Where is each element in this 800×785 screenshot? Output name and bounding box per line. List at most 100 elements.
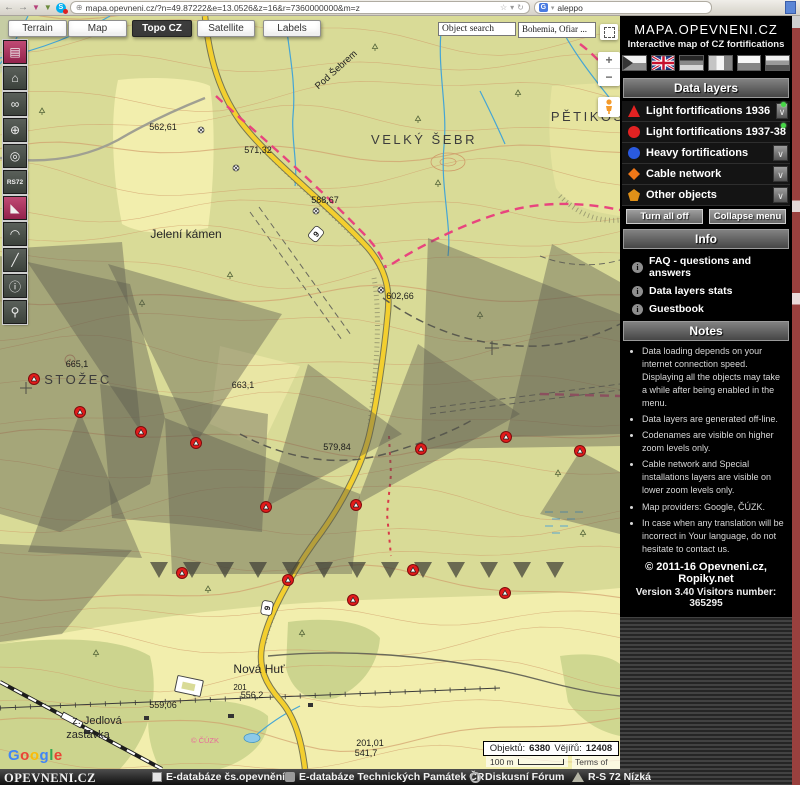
fort-marker[interactable] (136, 427, 147, 438)
info-header: Info (623, 229, 789, 249)
fort-marker[interactable] (283, 575, 294, 586)
turn-all-off-button[interactable]: Turn all off (626, 209, 703, 224)
language-flags (622, 53, 790, 75)
info-data-layers-stats-link[interactable]: Data layers stats (622, 282, 790, 300)
link-diskusni-forum[interactable]: Diskusní Fórum (470, 771, 564, 783)
bunker-triangle-icon (572, 772, 584, 782)
browser-search-bar[interactable]: G ▾ aleppo (534, 1, 712, 14)
bottom-bar: OPEVNENI.CZ E-databáze čs.opevnění E-dat… (0, 769, 630, 785)
chevron-down-icon[interactable] (773, 145, 788, 161)
info-icon (632, 262, 643, 273)
fort-marker[interactable] (348, 595, 359, 606)
scrollbar[interactable] (792, 16, 800, 785)
terms-of-use-link[interactable]: Terms of Use (572, 756, 620, 769)
map-type-topo-cz[interactable]: Topo CZ (132, 20, 192, 37)
ruler-icon[interactable]: ╱ (3, 248, 27, 272)
back-icon[interactable]: ← (4, 3, 14, 13)
object-search-input[interactable] (438, 22, 516, 36)
red-circle-icon (628, 126, 640, 138)
search-caret-icon[interactable]: ▾ (551, 4, 555, 12)
note-item: Data layers are generated off-line. (642, 413, 786, 426)
fort-marker[interactable] (575, 446, 586, 457)
flag-pl-icon[interactable] (737, 55, 762, 71)
orange-pentagon-icon (628, 189, 640, 201)
zoom-plus-icon[interactable]: ⚲ (3, 300, 27, 324)
forum-icon (470, 772, 481, 783)
note-item: Cable network and Special installations … (642, 458, 786, 497)
link-rs-72-nizka[interactable]: R-S 72 Nízká (572, 771, 651, 783)
info-guestbook-link[interactable]: Guestbook (622, 300, 790, 318)
sidebar: MAPA.OPEVNENI.CZ Interactive map of CZ f… (620, 16, 792, 785)
topo-map[interactable]: 99 Pod Šebrem562,61571,32VELKÝ ŠEBRPĚTIK… (0, 16, 620, 769)
home-icon[interactable]: ⌂ (3, 66, 27, 90)
fort-marker[interactable] (177, 568, 188, 579)
zoom-control[interactable]: + − (598, 52, 620, 86)
fort-marker[interactable] (191, 438, 202, 449)
map-label: 602,66 (386, 291, 414, 301)
flag-cz-icon[interactable] (622, 55, 647, 71)
zoom-out-button[interactable]: − (598, 69, 620, 85)
layer-heavy-fortifications[interactable]: Heavy fortifications (622, 143, 790, 164)
flag-gb-icon[interactable] (651, 55, 676, 71)
opevneni-brand[interactable]: OPEVNENI.CZ (4, 771, 96, 785)
map-label: © ČÚZK (191, 736, 219, 745)
map-label: 579,84 (323, 442, 351, 452)
corner-widget[interactable] (785, 1, 796, 14)
url-bar[interactable]: ⊕ mapa.opevneni.cz/?n=49.87222&e=13.0526… (70, 1, 530, 14)
info-faq-link[interactable]: FAQ - questions and answers (622, 252, 790, 282)
link-icon[interactable]: ∞ (3, 92, 27, 116)
fort-marker[interactable] (29, 374, 40, 385)
fort-marker[interactable] (261, 502, 272, 513)
forward-icon[interactable]: → (18, 3, 28, 13)
link-e-databaze-cs-opevneni[interactable]: E-databáze čs.opevnění (152, 771, 285, 783)
info-icon (632, 304, 643, 315)
flag-fr-icon[interactable] (708, 55, 733, 71)
info-icon (632, 286, 643, 297)
layer-light-fortifications-1936[interactable]: Light fortifications 1936 (622, 101, 790, 122)
collapse-menu-button[interactable]: Collapse menu (709, 209, 786, 224)
fort-marker[interactable] (500, 588, 511, 599)
blue-circle-icon (628, 147, 640, 159)
pegman-button[interactable] (598, 97, 620, 117)
flag-de-icon[interactable] (679, 55, 704, 71)
map[interactable]: 99 Pod Šebrem562,61571,32VELKÝ ŠEBRPĚTIK… (0, 16, 620, 769)
map-label: zastávka (66, 729, 110, 741)
info-icon[interactable]: ⓘ (3, 274, 27, 298)
layer-other-objects[interactable]: Other objects (622, 185, 790, 206)
map-label: Jelení kámen (150, 227, 221, 241)
layer-light-fortifications-1937-38[interactable]: Light fortifications 1937-38 (622, 122, 790, 143)
map-type-terrain[interactable]: Terrain (8, 20, 67, 37)
map-label: VELKÝ ŠEBR (371, 132, 477, 147)
map-type-map[interactable]: Map (68, 20, 127, 37)
target-icon[interactable]: ◎ (3, 144, 27, 168)
fort-marker[interactable] (501, 432, 512, 443)
region-select[interactable]: Bohemia, Ofiar ... (518, 22, 596, 38)
rs72-icon[interactable]: RS72 (3, 170, 27, 194)
layers-icon[interactable]: ▤ (3, 40, 27, 64)
fort-marker[interactable] (408, 565, 419, 576)
browser-window: ← → ▼ ▼ S ⊕ mapa.opevneni.cz/?n=49.87222… (0, 0, 800, 785)
fort-marker[interactable] (416, 444, 427, 455)
data-layers-header: Data layers (623, 78, 789, 98)
extension-icon-2[interactable]: ▼ (44, 4, 52, 12)
extension-icon[interactable]: ▼ (32, 4, 40, 12)
globe-marker-icon[interactable]: ⊕ (3, 118, 27, 142)
chevron-down-icon[interactable] (773, 187, 788, 203)
map-type-satellite[interactable]: Satellite (197, 20, 255, 37)
skype-icon[interactable]: S (56, 3, 66, 13)
layer-cable-network[interactable]: Cable network (622, 164, 790, 185)
bookmark-star-icon[interactable]: ☆ (500, 3, 507, 12)
map-type-labels[interactable]: Labels (263, 20, 321, 37)
link-e-databaze-technickych-pamatek[interactable]: E-databáze Technických Památek ČR (285, 771, 484, 783)
fullscreen-button[interactable] (600, 24, 618, 40)
reload-icon[interactable]: ↻ (517, 3, 524, 12)
chevron-down-icon[interactable] (773, 166, 788, 182)
objects-label: Objektů: (490, 743, 525, 754)
fort-marker[interactable] (351, 500, 362, 511)
dropdown-caret-icon[interactable]: ▾ (510, 3, 514, 12)
zoom-in-button[interactable]: + (598, 52, 620, 69)
flag-ru-icon[interactable] (765, 55, 790, 71)
fan-sector-icon[interactable]: ◣ (3, 196, 27, 220)
radar-icon[interactable]: ◠ (3, 222, 27, 246)
fort-marker[interactable] (75, 407, 86, 418)
